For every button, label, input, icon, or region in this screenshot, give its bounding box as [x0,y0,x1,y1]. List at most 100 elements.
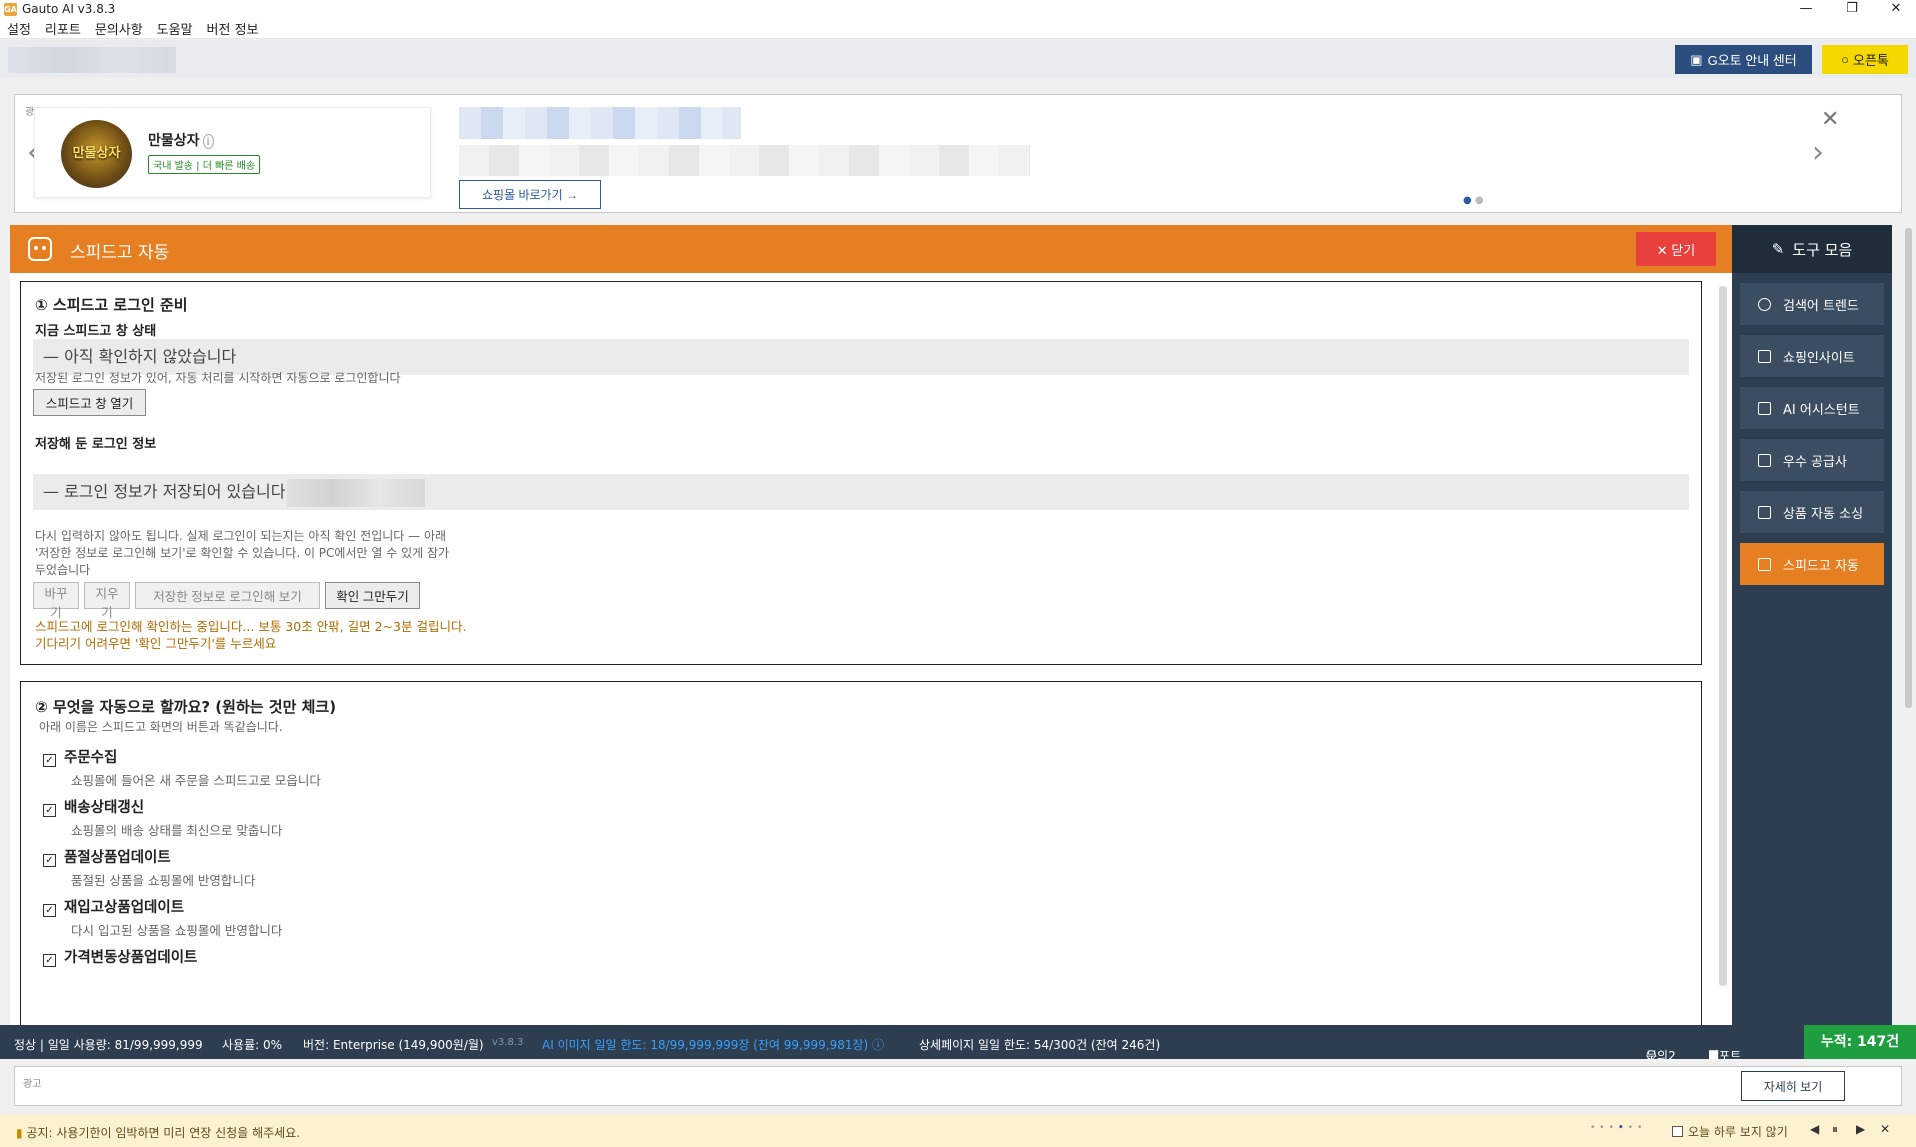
store-name-text: 만물상자 [148,133,200,149]
option-price-update[interactable]: ✓ 가격변동상품업데이트 [43,946,197,967]
hide-today-checkbox[interactable] [1672,1126,1683,1137]
sidebar-item-label: 스피드고 자동 [1783,558,1859,574]
pin-icon: ✎ [1771,240,1785,258]
version-number: v3.8.3 [492,1037,524,1048]
notice-close-button[interactable]: ✕ [1880,1122,1890,1136]
window-close-button[interactable]: ✕ [1882,0,1910,18]
option-label: 배송상태갱신 [64,800,145,816]
tools-sidebar: ✎ 도구 모음 검색어 트렌드 쇼핑인사이트 AI 어시스턴트 우수 공급사 상품… [1732,225,1892,1025]
delete-button[interactable]: 지우기 [84,582,130,620]
option-desc: 다시 입고된 상품을 쇼핑몰에 반영합니다 [71,923,283,938]
sidebar-item-speedgo-auto[interactable]: 스피드고 자동 [1740,543,1884,585]
checkbox-checked-icon[interactable]: ✓ [43,854,56,867]
open-chat-button[interactable]: ○ 오픈톡 [1822,45,1908,74]
notice-text: ▮ 공지: 사용기한이 임박하면 미리 연장 신청을 해주세요. [16,1124,300,1141]
menu-bar: 설정 리포트 문의사항 도움말 버전 정보 [0,18,1916,39]
top-ad-banner: 광고 ‹ 만물상자 만물상자i 국내 발송 | 더 빠른 배송 쇼핑몰 바로가기… [14,94,1902,213]
section-title: 스피드고 자동 [70,243,170,263]
menu-version[interactable]: 버전 정보 [200,19,266,38]
notice-next-button[interactable]: ▶ [1856,1122,1865,1136]
notice-prev-button[interactable]: ◀ [1810,1122,1819,1136]
section-header: 스피드고 자동 ✕ 닫기 [10,225,1732,273]
daily-usage: 정상 | 일일 사용량: 81/99,999,999 [14,1038,203,1052]
maximize-button[interactable]: ❐ [1838,0,1866,18]
image-daily-limit[interactable]: AI 이미지 일일 한도: 18/99,999,999장 (잔여 99,999,… [542,1036,884,1053]
sidebar-item-shopping-insight[interactable]: 쇼핑인사이트 [1740,335,1884,377]
menu-settings[interactable]: 설정 [0,19,38,38]
saved-hint-3: 두었습니다 [35,563,91,577]
usage-rate: 사용률: 0% [222,1038,283,1052]
view-details-button[interactable]: 자세히 보기 [1741,1071,1845,1101]
menu-help[interactable]: 도움말 [150,19,200,38]
guide-icon: ▣ [1690,51,1703,67]
sidebar-item-label: 상품 자동 소싱 [1783,506,1864,522]
supplier-icon [1758,453,1771,467]
robot-icon [28,237,52,261]
sidebar-item-ai-assistant[interactable]: AI 어시스턴트 [1740,387,1884,429]
login-prep-panel: ① 스피드고 로그인 준비 지금 스피드고 창 상태 — 아직 확인하지 않았습… [20,281,1702,665]
blurred-ad-text [459,145,1030,176]
inquiry-label: 문의2 [1646,1049,1676,1063]
ad-close-icon[interactable]: ✕ [1821,107,1839,132]
option-desc: 쇼핑몰의 배송 상태를 최신으로 맞춥니다 [71,823,283,838]
option-restock-update[interactable]: ✓ 재입고상품업데이트 [43,896,184,917]
sidebar-item-label: 우수 공급사 [1783,454,1847,470]
cumulative-count: 누적: 147건 [1804,1025,1916,1059]
info-icon[interactable]: i [202,134,214,149]
close-section-button[interactable]: ✕ 닫기 [1636,232,1716,266]
ad-label: 광고 [23,1079,42,1090]
checkbox-checked-icon[interactable]: ✓ [43,904,56,917]
content-scrollbar[interactable] [1719,286,1727,986]
guide-center-button[interactable]: ▣ G오토 안내 센터 [1675,45,1812,74]
top-toolbar [0,40,1916,78]
option-order-collect[interactable]: ✓ 주문수집 [43,746,117,767]
change-button[interactable]: 바꾸기 [33,582,79,620]
store-name: 만물상자 i [148,130,214,150]
minimize-button[interactable]: — [1792,0,1820,18]
menu-inquiry[interactable]: 문의사항 [88,19,150,38]
option-label: 품절상품업데이트 [64,850,171,866]
checkbox-checked-icon[interactable]: ✓ [43,754,56,767]
open-speedgo-window-button[interactable]: 스피드고 창 열기 [33,389,146,416]
carousel-dots[interactable]: ● ● [1463,195,1484,206]
sidebar-item-top-supplier[interactable]: 우수 공급사 [1740,439,1884,481]
guide-center-label: G오토 안내 센터 [1707,53,1797,68]
checkbox-checked-icon[interactable]: ✓ [43,804,56,817]
notice-message: 공지: 사용기한이 임박하면 미리 연장 신청을 해주세요. [26,1126,301,1140]
sidebar-header: ✎ 도구 모음 [1732,225,1892,273]
sidebar-item-auto-sourcing[interactable]: 상품 자동 소싱 [1740,491,1884,533]
ad-store-card[interactable]: 만물상자 만물상자 i 국내 발송 | 더 빠른 배송 [34,107,431,198]
blurred-ad-title [459,107,741,139]
notice-pause-button[interactable]: ⏸ [1832,1122,1838,1137]
step1-heading: ① 스피드고 로그인 준비 [35,296,188,314]
app-logo-icon: GA [4,2,17,16]
option-shipping-update[interactable]: ✓ 배송상태갱신 [43,796,144,817]
checkbox-checked-icon[interactable]: ✓ [43,954,56,967]
sidebar-item-label: 쇼핑인사이트 [1783,350,1855,366]
megaphone-icon: ▮ [16,1126,27,1140]
window-title: Gauto AI v3.8.3 [22,2,116,16]
option-soldout-update[interactable]: ✓ 품절상품업데이트 [43,846,171,867]
sidebar-scrollbar[interactable] [1905,228,1912,708]
blurred-account [287,478,426,507]
stop-check-button[interactable]: 확인 그만두기 [325,582,420,609]
try-login-button[interactable]: 저장한 정보로 로그인해 보기 [135,582,320,609]
step2-subtitle: 아래 이름은 스피드고 화면의 버튼과 똑같습니다. [39,720,283,734]
option-desc: 품절된 상품을 쇼핑몰에 반영합니다 [71,873,256,888]
blurred-account-info [8,47,176,73]
sidebar-title: 도구 모음 [1792,240,1853,259]
notice-pager-dots[interactable]: •••••• [1590,1123,1646,1133]
window-state-hint: 저장된 로그인 정보가 있어, 자동 처리를 시작하면 자동으로 로그인합니다 [35,371,401,385]
sidebar-item-search-trend[interactable]: 검색어 트렌드 [1740,283,1884,325]
shop-link-button[interactable]: 쇼핑몰 바로가기 → [459,180,601,209]
saved-hint-2: '저장한 정보로 로그인해 보기'로 확인할 수 있습니다. 이 PC에서만 열… [35,546,450,560]
menu-report[interactable]: 리포트 [38,19,88,38]
report-label: 리포트 [1708,1049,1742,1063]
option-label: 재입고상품업데이트 [64,900,185,916]
saved-info-text: — 로그인 정보가 저장되어 있습니다 [43,482,286,501]
notice-bar: ▮ 공지: 사용기한이 임박하면 미리 연장 신청을 해주세요. •••••• … [0,1115,1916,1147]
progress-message-2: 기다리기 어려우면 '확인 그만두기'를 누르세요 [35,636,277,651]
title-bar: GA Gauto AI v3.8.3 — ❐ ✕ [0,0,1916,18]
hide-today-option[interactable]: 오늘 하루 보지 않기 [1672,1123,1788,1140]
ad-next-arrow-icon[interactable]: › [1812,135,1824,170]
